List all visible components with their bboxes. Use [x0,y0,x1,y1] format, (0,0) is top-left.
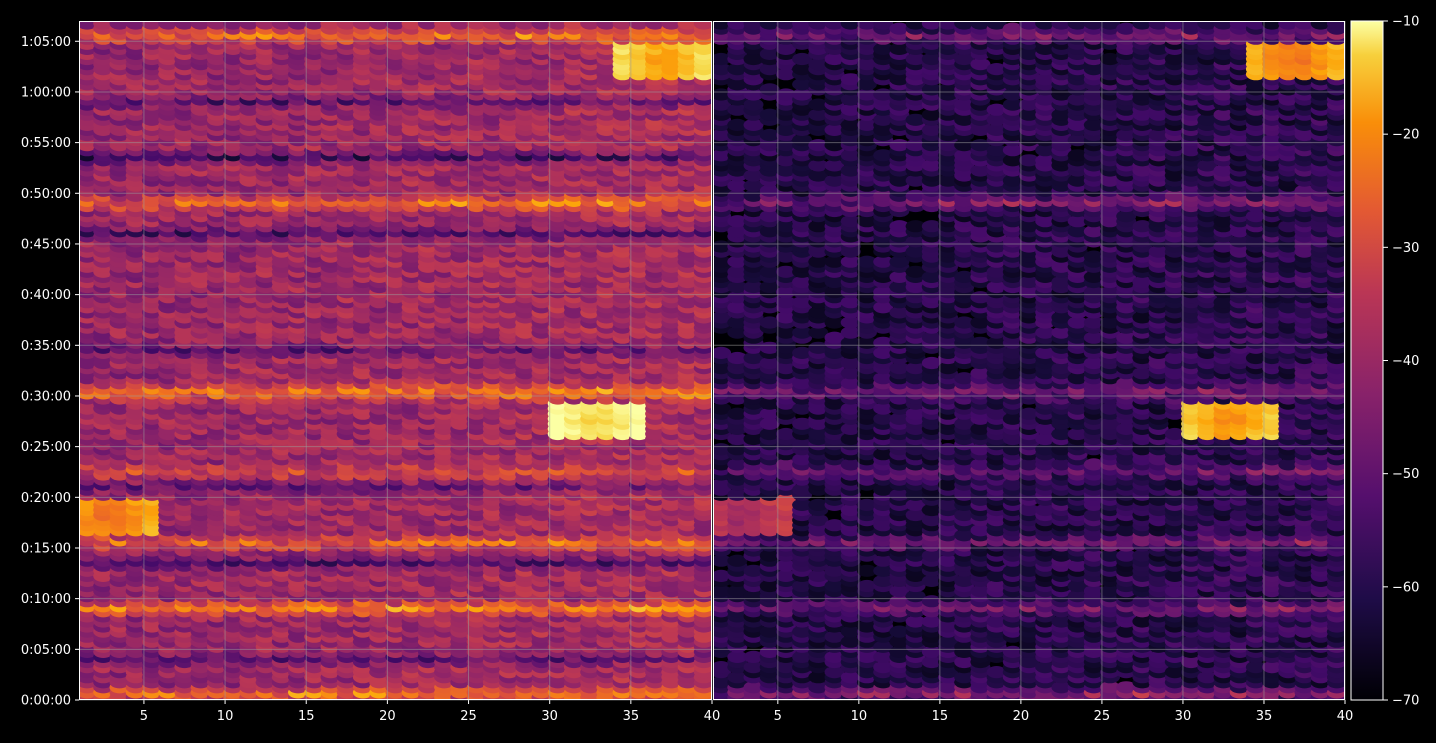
heatmap-cells [79,21,712,700]
chart-svg: 5 10 15 20 25 30 35 400:00:000:05:000:10:000:15… [21,15,1420,725]
heatmap-figure: 5 10 15 20 25 30 35 40 0:00:00 0:05:00 0:10:00 0:15… [0,0,1436,739]
left-heatmap-panel: 5 10 15 20 25 30 35 400:00:000:05:000:10:000:15… [21,21,720,724]
